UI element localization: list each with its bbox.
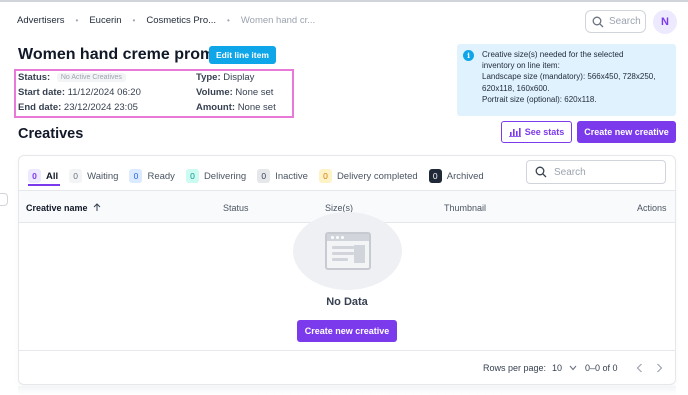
- tab-count: 0: [318, 169, 332, 183]
- column-actions: Actions: [637, 203, 667, 213]
- tab-delivery-completed[interactable]: 0 Delivery completed: [318, 166, 418, 186]
- tab-label: Ready: [147, 170, 175, 182]
- tab-count: 0: [129, 169, 143, 183]
- column-status: Status: [223, 203, 249, 213]
- tab-label: All: [46, 170, 59, 182]
- volume-value: None set: [235, 87, 274, 98]
- tab-label: Delivery completed: [336, 170, 418, 182]
- breadcrumb: Advertisers • Eucerin • Cosmetics Pro...…: [17, 15, 315, 26]
- tab-label: Archived: [446, 170, 484, 182]
- info-line: Landscape size (mandatory): 566x450, 728…: [482, 72, 656, 82]
- tab-count: 0: [28, 169, 41, 183]
- pagination-range: 0–0 of 0: [585, 363, 618, 373]
- creative-size-info: i Creative size(s) needed for the select…: [457, 44, 676, 116]
- start-date-value: 11/12/2024 06:20: [67, 87, 141, 98]
- tab-delivering[interactable]: 0 Delivering: [185, 166, 247, 186]
- creatives-search-input[interactable]: Search: [526, 160, 666, 184]
- chart-icon: [508, 128, 521, 137]
- amount-row: Amount: None set: [196, 102, 276, 113]
- breadcrumb-item-eucerin[interactable]: Eucerin: [89, 15, 121, 26]
- column-creative-name[interactable]: Creative name: [26, 203, 101, 213]
- column-label: Creative name: [26, 203, 88, 213]
- tab-count: 0: [428, 169, 442, 183]
- end-date-value: 23/12/2024 23:05: [63, 102, 138, 113]
- tab-label: Delivering: [203, 170, 247, 182]
- search-icon: [535, 166, 547, 178]
- chevron-left-icon: [636, 363, 642, 373]
- top-border: [0, 0, 688, 2]
- info-icon: i: [463, 50, 474, 61]
- create-new-creative-button[interactable]: Create new creative: [577, 121, 676, 143]
- tab-inactive[interactable]: 0 Inactive: [257, 166, 308, 186]
- side-panel-handle[interactable]: [0, 193, 8, 206]
- info-line: 620x118, 160x600.: [482, 83, 550, 93]
- chevron-down-icon: [569, 365, 576, 371]
- end-date-label: End date:: [18, 102, 62, 113]
- breadcrumb-separator: •: [227, 16, 230, 25]
- section-title: Creatives: [18, 126, 84, 142]
- type-value: Display: [223, 72, 255, 83]
- status-badge: No Active Creatives: [56, 73, 126, 82]
- rows-per-page-label: Rows per page:: [483, 363, 547, 373]
- empty-state-create-button[interactable]: Create new creative: [297, 320, 397, 342]
- tab-ready[interactable]: 0 Ready: [129, 166, 175, 186]
- type-label: Type:: [196, 72, 221, 83]
- tab-count: 0: [185, 169, 199, 183]
- next-page-button[interactable]: [656, 363, 663, 376]
- active-tab-indicator: [28, 184, 60, 186]
- page-title: Women hand creme promo: [18, 46, 224, 63]
- avatar[interactable]: N: [653, 10, 677, 34]
- breadcrumb-item-advertisers[interactable]: Advertisers: [17, 15, 65, 26]
- tab-waiting[interactable]: 0 Waiting: [69, 166, 118, 186]
- chevron-right-icon: [657, 363, 663, 373]
- divider: [19, 350, 675, 351]
- info-line: Portrait size (optional): 620x118.: [482, 94, 597, 104]
- amount-value: None set: [237, 102, 276, 113]
- edit-line-item-button[interactable]: Edit line item: [209, 46, 276, 64]
- tab-all[interactable]: 0 All: [28, 166, 58, 186]
- start-date-label: Start date:: [18, 87, 65, 98]
- status-row: Status: No Active Creatives: [18, 72, 126, 83]
- creatives-search-placeholder: Search: [554, 166, 586, 178]
- breadcrumb-separator: •: [75, 16, 79, 25]
- global-search-input[interactable]: Search: [585, 10, 646, 33]
- sort-arrow-icon: [93, 203, 101, 211]
- breadcrumb-item-campaign[interactable]: Cosmetics Pro...: [146, 15, 216, 26]
- info-line: Creative size(s) needed for the selected: [482, 50, 624, 59]
- empty-state-icon: [325, 232, 371, 270]
- volume-row: Volume: None set: [196, 87, 273, 98]
- tab-count: 0: [69, 169, 83, 183]
- status-tabs: 0 All 0 Waiting 0 Ready 0 Delivering 0 I…: [28, 166, 495, 186]
- rows-per-page-value: 10: [552, 363, 563, 373]
- end-date-row: End date: 23/12/2024 23:05: [18, 102, 138, 113]
- previous-page-button[interactable]: [636, 363, 643, 376]
- search-icon: [592, 16, 604, 27]
- rows-per-page-select[interactable]: 10: [552, 363, 577, 373]
- type-row: Type: Display: [196, 72, 254, 83]
- tab-count: 0: [257, 169, 271, 183]
- see-stats-label: See stats: [524, 127, 565, 137]
- breadcrumb-separator: •: [132, 16, 136, 25]
- card-shadow: [18, 386, 676, 395]
- column-thumbnail: Thumbnail: [444, 203, 487, 213]
- tab-label: Waiting: [87, 170, 119, 182]
- start-date-row: Start date: 11/12/2024 06:20: [18, 87, 141, 98]
- volume-label: Volume:: [196, 87, 233, 98]
- tab-label: Inactive: [275, 170, 308, 182]
- status-label: Status:: [18, 72, 51, 83]
- breadcrumb-item-current: Women hand cr...: [240, 15, 316, 26]
- see-stats-button[interactable]: See stats: [501, 121, 572, 143]
- empty-state-text: No Data: [326, 296, 368, 308]
- global-search-placeholder: Search: [609, 16, 641, 27]
- amount-label: Amount:: [196, 102, 236, 113]
- tab-archived[interactable]: 0 Archived: [428, 166, 484, 186]
- info-line: inventory on line item:: [482, 61, 560, 71]
